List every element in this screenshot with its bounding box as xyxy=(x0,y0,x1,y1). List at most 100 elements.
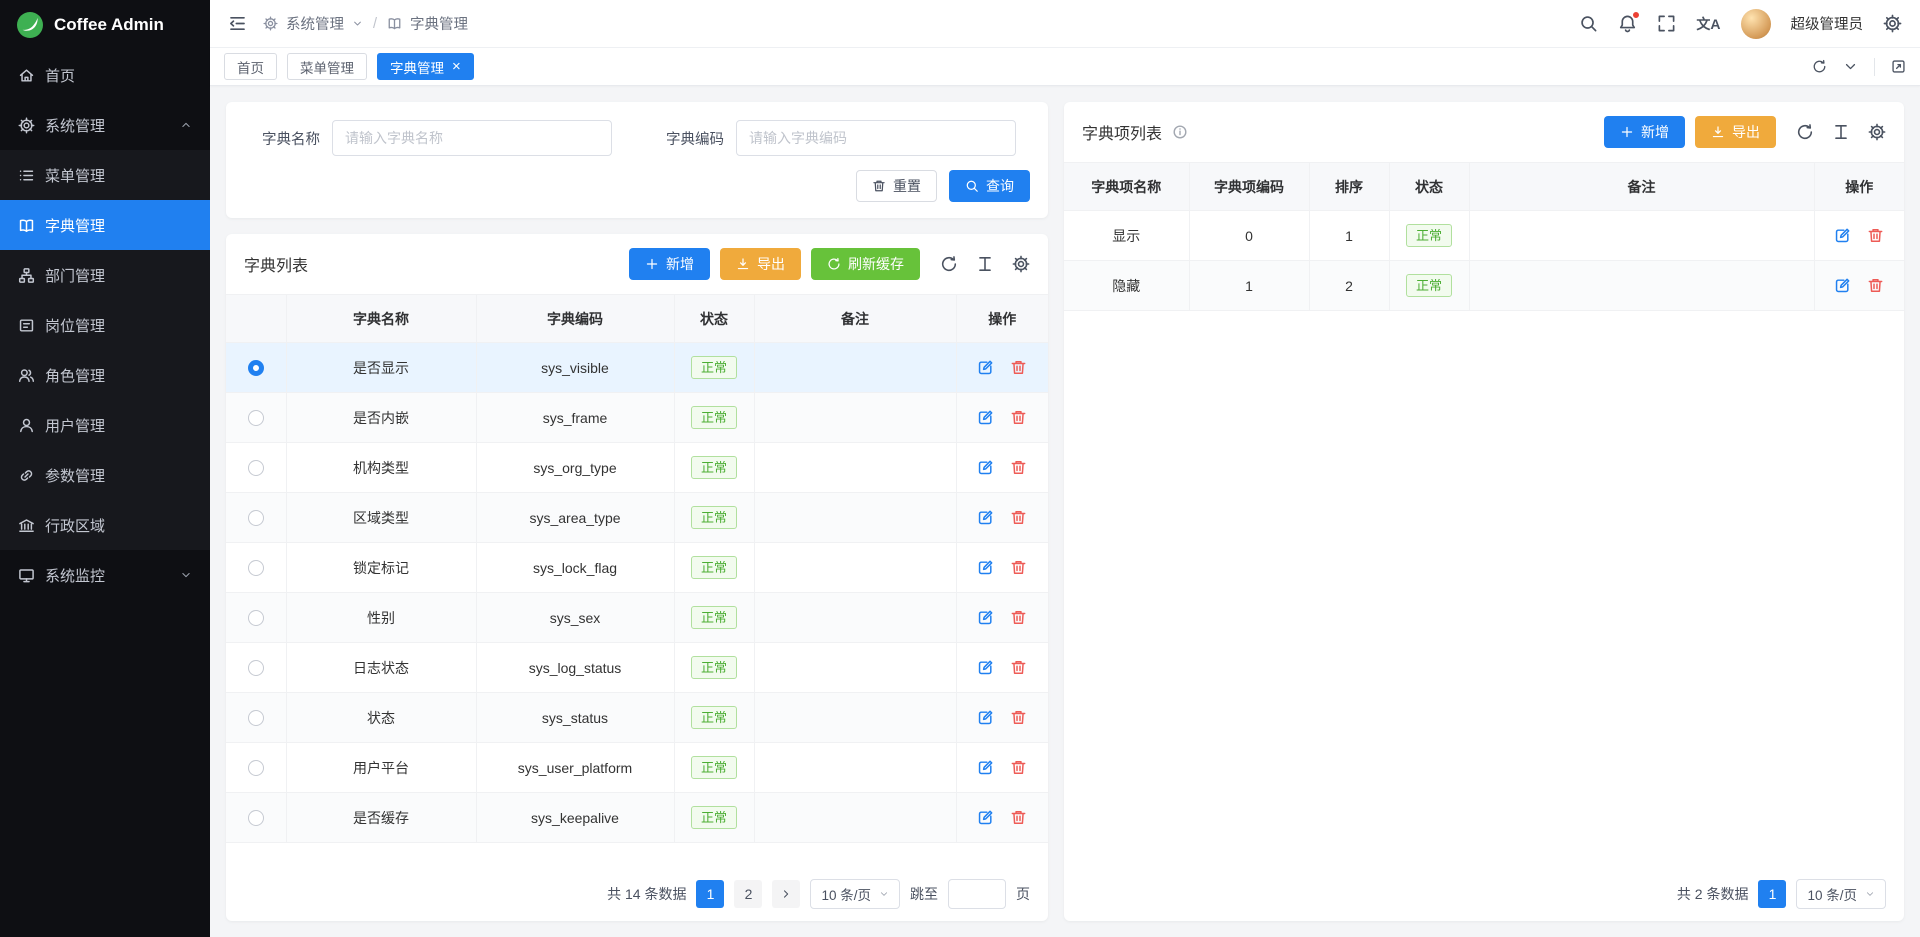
row-radio[interactable] xyxy=(248,560,264,576)
table-row[interactable]: 状态 sys_status 正常 xyxy=(226,693,1048,743)
edit-icon[interactable] xyxy=(977,709,994,726)
delete-icon[interactable] xyxy=(1010,759,1027,776)
gear-icon[interactable] xyxy=(1012,255,1030,273)
table-row[interactable]: 机构类型 sys_org_type 正常 xyxy=(226,443,1048,493)
row-radio[interactable] xyxy=(248,360,264,376)
table-row[interactable]: 显示 0 1 正常 xyxy=(1064,211,1904,261)
row-radio[interactable] xyxy=(248,410,264,426)
edit-icon[interactable] xyxy=(977,409,994,426)
edit-icon[interactable] xyxy=(1834,227,1851,244)
column-header: 字典项编码 xyxy=(1189,163,1309,211)
table-row[interactable]: 隐藏 1 2 正常 xyxy=(1064,261,1904,311)
edit-icon[interactable] xyxy=(977,459,994,476)
delete-icon[interactable] xyxy=(1867,227,1884,244)
row-radio[interactable] xyxy=(248,510,264,526)
delete-icon[interactable] xyxy=(1010,659,1027,676)
tab-dict-management[interactable]: 字典管理 × xyxy=(377,53,474,80)
page-size-select[interactable]: 10 条/页 xyxy=(1796,879,1886,909)
edit-icon[interactable] xyxy=(977,809,994,826)
user-name[interactable]: 超级管理员 xyxy=(1791,13,1864,34)
edit-icon[interactable] xyxy=(977,559,994,576)
sidebar-item-dept-management[interactable]: 部门管理 xyxy=(0,250,210,300)
delete-icon[interactable] xyxy=(1010,509,1027,526)
table-row[interactable]: 性别 sys_sex 正常 xyxy=(226,593,1048,643)
next-page-button[interactable] xyxy=(772,880,800,908)
sidebar-item-role-management[interactable]: 角色管理 xyxy=(0,350,210,400)
notifications-button[interactable] xyxy=(1618,14,1637,33)
user-avatar[interactable] xyxy=(1741,9,1771,39)
row-radio[interactable] xyxy=(248,610,264,626)
sidebar-item-home[interactable]: 首页 xyxy=(0,50,210,100)
sidebar-item-admin-region[interactable]: 行政区域 xyxy=(0,500,210,550)
sidebar-item-menu-management[interactable]: 菜单管理 xyxy=(0,150,210,200)
sidebar-item-dict-management[interactable]: 字典管理 xyxy=(0,200,210,250)
dict-name-input[interactable] xyxy=(332,120,612,156)
reset-button[interactable]: 重置 xyxy=(856,170,937,202)
edit-icon[interactable] xyxy=(977,609,994,626)
dict-code-input[interactable] xyxy=(736,120,1016,156)
column-height-icon[interactable] xyxy=(1832,123,1850,141)
tab-home[interactable]: 首页 xyxy=(224,53,277,80)
menu-fold-icon[interactable] xyxy=(228,14,247,33)
table-row[interactable]: 日志状态 sys_log_status 正常 xyxy=(226,643,1048,693)
add-button[interactable]: 新增 xyxy=(629,248,710,280)
edit-icon[interactable] xyxy=(1834,277,1851,294)
delete-icon[interactable] xyxy=(1010,559,1027,576)
fullscreen-icon[interactable] xyxy=(1657,14,1676,33)
delete-icon[interactable] xyxy=(1010,459,1027,476)
table-row[interactable]: 用户平台 sys_user_platform 正常 xyxy=(226,743,1048,793)
page-1-button[interactable]: 1 xyxy=(1758,880,1786,908)
sidebar-item-user-management[interactable]: 用户管理 xyxy=(0,400,210,450)
delete-icon[interactable] xyxy=(1867,277,1884,294)
sidebar-group-system[interactable]: 系统管理 xyxy=(0,100,210,150)
translate-icon[interactable]: 文A xyxy=(1696,14,1720,34)
delete-icon[interactable] xyxy=(1010,709,1027,726)
delete-icon[interactable] xyxy=(1010,809,1027,826)
add-button[interactable]: 新增 xyxy=(1604,116,1685,148)
page-jump-input[interactable] xyxy=(948,879,1006,909)
row-radio[interactable] xyxy=(248,760,264,776)
gear-icon[interactable] xyxy=(1883,14,1902,33)
sidebar-item-label: 部门管理 xyxy=(45,265,105,286)
gear-icon[interactable] xyxy=(1868,123,1886,141)
delete-icon[interactable] xyxy=(1010,359,1027,376)
refresh-icon[interactable] xyxy=(1796,123,1814,141)
edit-icon[interactable] xyxy=(977,659,994,676)
refresh-cache-button[interactable]: 刷新缓存 xyxy=(811,248,920,280)
sidebar-group-monitor[interactable]: 系统监控 xyxy=(0,550,210,600)
tab-menu-management[interactable]: 菜单管理 xyxy=(287,53,367,80)
row-radio[interactable] xyxy=(248,660,264,676)
table-row[interactable]: 是否缓存 sys_keepalive 正常 xyxy=(226,793,1048,843)
export-button[interactable]: 导出 xyxy=(1695,116,1776,148)
search-icon[interactable] xyxy=(1579,14,1598,33)
edit-icon[interactable] xyxy=(977,509,994,526)
table-row[interactable]: 锁定标记 sys_lock_flag 正常 xyxy=(226,543,1048,593)
breadcrumb-separator: / xyxy=(371,16,379,32)
refresh-icon[interactable] xyxy=(1812,59,1827,74)
plus-icon xyxy=(645,257,659,271)
table-row[interactable]: 区域类型 sys_area_type 正常 xyxy=(226,493,1048,543)
row-radio[interactable] xyxy=(248,810,264,826)
export-button[interactable]: 导出 xyxy=(720,248,801,280)
edit-icon[interactable] xyxy=(977,759,994,776)
sidebar-item-post-management[interactable]: 岗位管理 xyxy=(0,300,210,350)
close-icon[interactable]: × xyxy=(452,59,461,74)
query-button[interactable]: 查询 xyxy=(949,170,1030,202)
chevron-down-icon[interactable] xyxy=(1843,59,1858,74)
refresh-icon[interactable] xyxy=(940,255,958,273)
delete-icon[interactable] xyxy=(1010,409,1027,426)
sidebar-item-param-management[interactable]: 参数管理 xyxy=(0,450,210,500)
column-height-icon[interactable] xyxy=(976,255,994,273)
page-size-select[interactable]: 10 条/页 xyxy=(810,879,900,909)
remark-cell xyxy=(754,693,956,743)
edit-icon[interactable] xyxy=(977,359,994,376)
page-1-button[interactable]: 1 xyxy=(696,880,724,908)
table-row[interactable]: 是否内嵌 sys_frame 正常 xyxy=(226,393,1048,443)
row-radio[interactable] xyxy=(248,460,264,476)
page-2-button[interactable]: 2 xyxy=(734,880,762,908)
row-radio[interactable] xyxy=(248,710,264,726)
table-row[interactable]: 是否显示 sys_visible 正常 xyxy=(226,343,1048,393)
breadcrumb-section[interactable]: 系统管理 xyxy=(286,13,344,34)
delete-icon[interactable] xyxy=(1010,609,1027,626)
expand-tabs-icon[interactable] xyxy=(1891,59,1906,74)
